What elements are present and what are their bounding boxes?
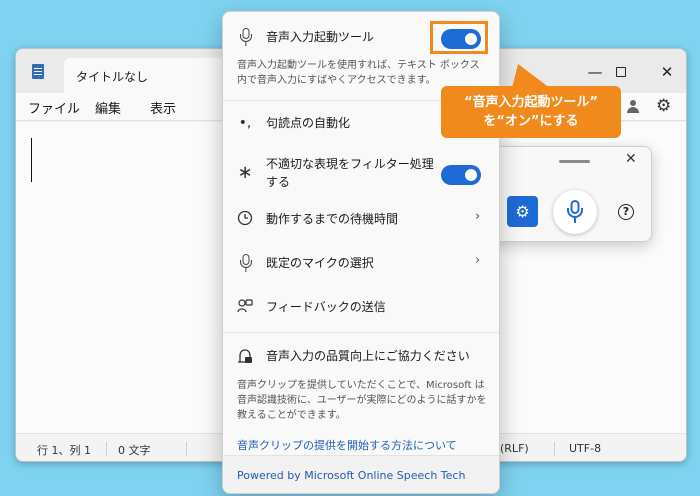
flyout-footer: Powered by Microsoft Online Speech Tech: [223, 455, 499, 493]
wait-time-setting[interactable]: 動作するまでの待機時間 ›: [223, 198, 499, 240]
launcher-description: 音声入力起動ツールを使用すれば、テキスト ボックス内で音声入力にすばやくアクセス…: [237, 60, 480, 86]
maximize-icon: [616, 67, 626, 77]
default-mic-setting[interactable]: 既定のマイクの選択 ›: [223, 242, 499, 284]
punctuation-icon: •,: [238, 115, 252, 131]
default-mic-label: 既定のマイクの選択: [266, 256, 374, 270]
feedback-icon: [236, 298, 254, 316]
powered-by-link[interactable]: Powered by Microsoft Online Speech Tech: [237, 469, 465, 482]
chevron-right-icon: ›: [475, 253, 481, 268]
menu-edit[interactable]: 編集: [95, 98, 121, 117]
status-cursor-position: 行 1、列 1: [37, 444, 91, 457]
gear-icon: ⚙: [515, 202, 530, 221]
settings-gear-icon[interactable]: ⚙: [656, 96, 671, 116]
feedback-setting[interactable]: フィードバックの送信: [223, 286, 499, 328]
callout-line-1: “音声入力起動ツール”: [463, 95, 599, 110]
wait-time-label: 動作するまでの待機時間: [266, 212, 399, 226]
microphone-icon: [567, 200, 583, 224]
voice-toolbar-close-icon[interactable]: ✕: [625, 151, 637, 167]
microphone-button[interactable]: [553, 190, 597, 234]
status-separator: [186, 442, 187, 456]
toggle-highlight-box: [430, 21, 488, 54]
callout-line-2: を“オン”にする: [483, 114, 579, 129]
close-icon: ✕: [660, 63, 674, 81]
status-encoding: UTF-8: [569, 442, 602, 455]
voice-clip-info-link[interactable]: 音声クリップの提供を開始する方法について: [237, 437, 457, 453]
notepad-tab-title: タイトルなし: [76, 70, 149, 84]
help-icon[interactable]: ?: [618, 204, 634, 220]
quality-label: 音声入力の品質向上にご協力ください: [266, 349, 470, 363]
asterisk-icon: ∗: [237, 162, 253, 183]
lock-person-icon: [236, 348, 254, 366]
voice-typing-settings-flyout: 音声入力起動ツール 音声入力起動ツールを使用すれば、テキスト ボックス内で音声入…: [222, 11, 500, 494]
profanity-filter-setting: ∗ 不適切な表現をフィルター処理する: [223, 150, 499, 198]
voice-settings-button[interactable]: ⚙: [507, 196, 538, 227]
microphone-icon: [240, 254, 252, 272]
maximize-button[interactable]: [598, 57, 644, 87]
status-separator: [554, 442, 555, 456]
microphone-icon: [240, 28, 252, 46]
chevron-right-icon: ›: [475, 209, 481, 224]
profanity-filter-label: 不適切な表現をフィルター処理する: [266, 157, 434, 189]
drag-handle[interactable]: [559, 160, 590, 163]
status-char-count: 0 文字: [118, 444, 151, 457]
instruction-callout: “音声入力起動ツール” を“オン”にする: [441, 86, 621, 138]
menu-file[interactable]: ファイル: [28, 98, 80, 117]
feedback-label: フィードバックの送信: [266, 300, 386, 314]
notepad-tab[interactable]: タイトルなし: [64, 58, 224, 93]
auto-punctuation-label: 句読点の自動化: [266, 116, 351, 130]
text-caret: [31, 138, 32, 182]
close-window-button[interactable]: ✕: [644, 57, 686, 87]
clock-icon: [236, 210, 254, 228]
profanity-filter-toggle[interactable]: [441, 165, 481, 185]
launcher-label: 音声入力起動ツール: [266, 30, 375, 44]
quality-description: 音声クリップを提供していただくことで、Microsoft は音声認識技術に、ユー…: [237, 380, 487, 421]
status-line-ending: (RLF): [500, 442, 529, 455]
menu-view[interactable]: 表示: [150, 98, 176, 117]
status-separator: [106, 442, 107, 456]
user-icon[interactable]: [626, 100, 640, 114]
notepad-app-icon: [32, 64, 44, 79]
quality-section: 音声入力の品質向上にご協力ください 音声クリップを提供していただくことで、Mic…: [223, 333, 499, 455]
